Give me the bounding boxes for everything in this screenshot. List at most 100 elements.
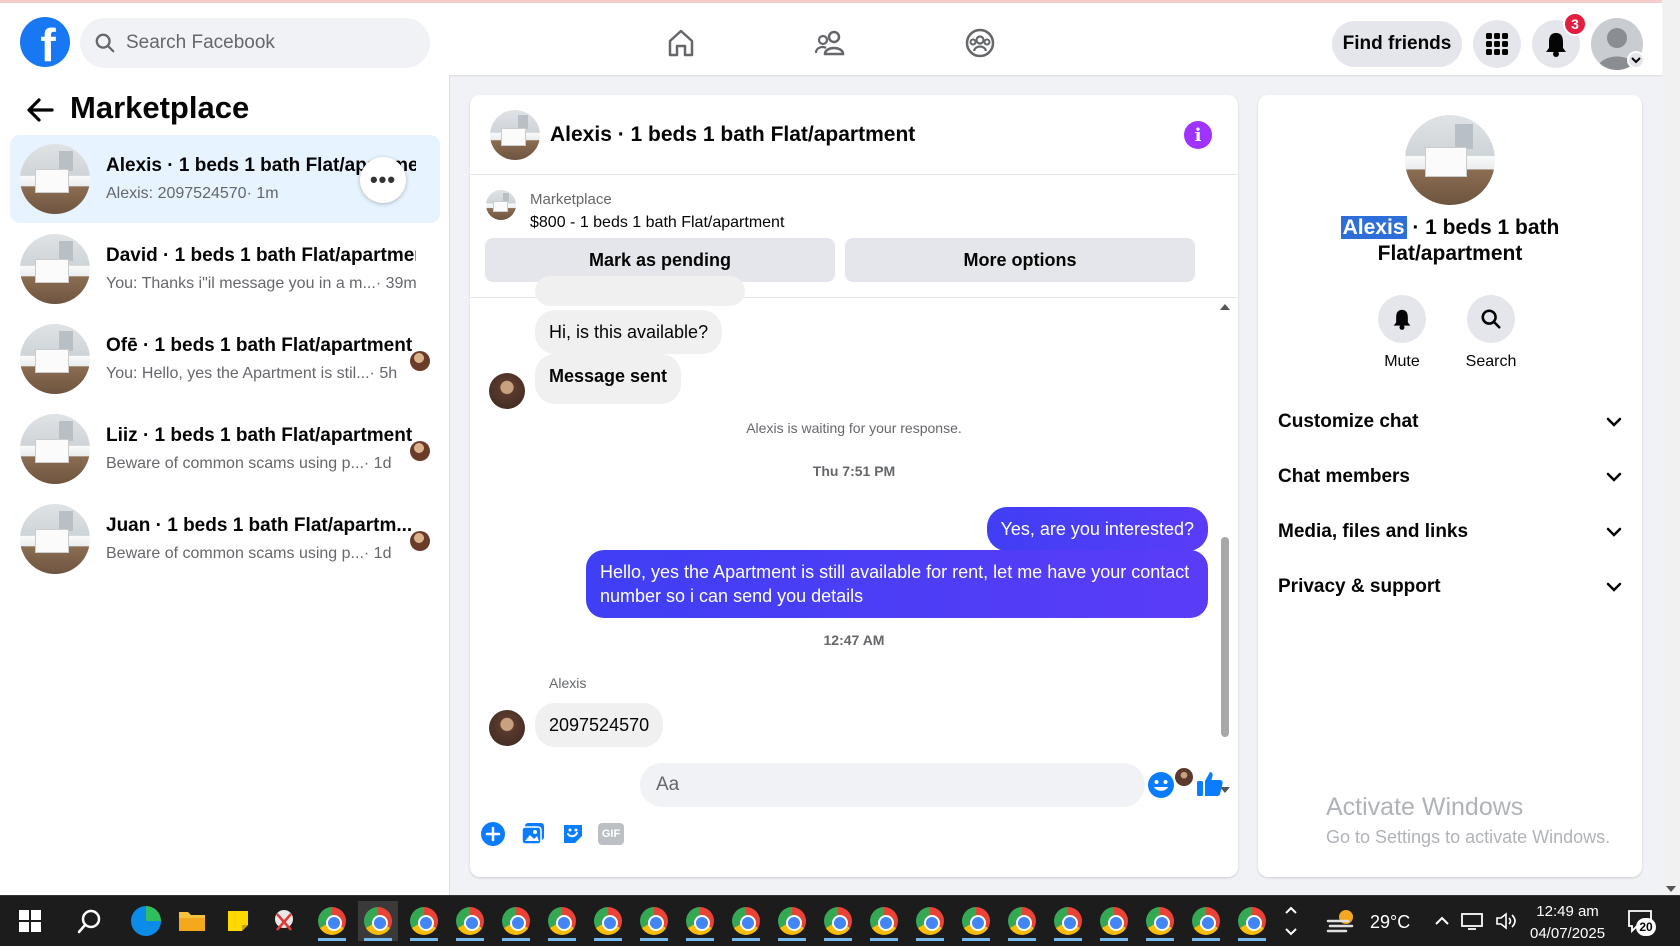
privacy-support-section[interactable]: Privacy & support <box>1278 562 1622 612</box>
sender-avatar[interactable] <box>489 373 525 409</box>
plus-circle-icon[interactable] <box>480 821 506 847</box>
marketplace-label: Marketplace <box>530 191 612 208</box>
page-title: Marketplace <box>70 90 250 125</box>
file-explorer-icon[interactable] <box>172 901 212 941</box>
chrome-icon[interactable] <box>772 901 812 941</box>
read-receipt-avatar <box>410 351 430 371</box>
message-input[interactable]: Aa <box>640 763 1145 807</box>
clock[interactable]: 12:49 am 04/07/2025 <box>1530 901 1605 945</box>
chrome-icon[interactable] <box>1048 901 1088 941</box>
section-label: Chat members <box>1278 466 1410 487</box>
search-input[interactable]: Search Facebook <box>80 18 430 68</box>
listing-thumbnail <box>20 504 90 574</box>
search-placeholder: Search Facebook <box>126 32 275 53</box>
chat-members-section[interactable]: Chat members <box>1278 452 1622 502</box>
thumbs-up-icon[interactable] <box>1195 769 1225 799</box>
chrome-icon[interactable] <box>404 901 444 941</box>
sender-avatar[interactable] <box>489 710 525 746</box>
outgoing-message[interactable]: Hello, yes the Apartment is still availa… <box>586 550 1208 618</box>
temperature-readout[interactable]: 29°C <box>1370 912 1410 933</box>
timestamp: Thu 7:51 PM <box>812 463 896 479</box>
chrome-icon[interactable] <box>358 901 398 941</box>
highlighted-name: Alexis <box>1340 216 1407 239</box>
clock-time: 12:49 am <box>1536 903 1599 920</box>
snipping-tool-icon[interactable] <box>264 901 304 941</box>
chrome-icon[interactable] <box>1140 901 1180 941</box>
partial-message-bubble <box>535 276 745 306</box>
show-hidden-icons-chevron-icon[interactable] <box>1432 901 1452 941</box>
chrome-icon[interactable] <box>726 901 766 941</box>
mute-action[interactable]: Mute <box>1352 295 1452 371</box>
more-options-button[interactable]: ••• <box>360 157 406 203</box>
search-action[interactable]: Search <box>1441 295 1541 371</box>
back-arrow-icon[interactable] <box>26 96 54 124</box>
name-line-two: Flat/apartment <box>1377 242 1523 265</box>
friends-icon[interactable] <box>809 21 853 65</box>
find-friends-button[interactable]: Find friends <box>1332 21 1462 67</box>
facebook-logo[interactable]: f <box>20 17 70 67</box>
conversation-title: Liiz · 1 beds 1 bath Flat/apartment <box>106 425 413 446</box>
incoming-message[interactable]: Hi, is this available? <box>535 310 723 354</box>
volume-icon[interactable] <box>1490 901 1522 941</box>
chrome-icon[interactable] <box>312 901 352 941</box>
chevron-down-icon <box>1606 472 1622 482</box>
conversation-title: David · 1 beds 1 bath Flat/apartment <box>106 245 416 266</box>
account-chevron-down-icon[interactable] <box>1627 51 1645 69</box>
conversation-item[interactable]: Liiz · 1 beds 1 bath Flat/apartment Bewa… <box>10 405 440 493</box>
activate-windows-watermark: Activate Windows <box>1326 793 1524 821</box>
page-scrollbar[interactable] <box>1662 0 1680 895</box>
bell-icon[interactable] <box>1378 295 1426 343</box>
search-icon[interactable] <box>70 901 110 941</box>
chrome-icon[interactable] <box>496 901 536 941</box>
incoming-message[interactable]: Message sent <box>535 354 682 404</box>
chrome-icon[interactable] <box>956 901 996 941</box>
listing-title[interactable]: $800 - 1 beds 1 bath Flat/apartment <box>530 214 784 232</box>
sticky-notes-icon[interactable] <box>218 901 258 941</box>
sticker-icon[interactable] <box>560 821 586 847</box>
chrome-icon[interactable] <box>910 901 950 941</box>
listing-thumbnail <box>20 324 90 394</box>
message-scrollbar[interactable] <box>1218 300 1232 800</box>
conversation-item[interactable]: Ofē · 1 beds 1 bath Flat/apartment You: … <box>10 315 440 403</box>
conversation-title: Juan · 1 beds 1 bath Flat/apartm... <box>106 515 413 536</box>
photo-icon[interactable] <box>520 821 546 847</box>
network-icon[interactable] <box>1456 901 1488 941</box>
chrome-icon[interactable] <box>588 901 628 941</box>
outgoing-message[interactable]: Yes, are you interested? <box>986 507 1208 551</box>
menu-grid-icon[interactable] <box>1473 20 1521 68</box>
home-icon[interactable] <box>659 21 703 65</box>
chrome-icon[interactable] <box>1186 901 1226 941</box>
chrome-icon[interactable] <box>542 901 582 941</box>
listing-avatar-large[interactable] <box>1405 115 1495 205</box>
chrome-icon[interactable] <box>450 901 490 941</box>
chat-window: Alexis · 1 beds 1 bath Flat/apartment i … <box>470 95 1238 877</box>
windows-start-icon[interactable] <box>10 901 50 941</box>
gif-button[interactable]: GIF <box>598 823 624 845</box>
chrome-icon[interactable] <box>1232 901 1272 941</box>
media-files-links-section[interactable]: Media, files and links <box>1278 507 1622 557</box>
listing-thumbnail <box>20 144 90 214</box>
search-icon[interactable] <box>1467 295 1515 343</box>
emoji-icon[interactable] <box>1147 771 1175 799</box>
more-options-button[interactable]: More options <box>845 238 1195 282</box>
taskbar-overflow-chevron-icon[interactable] <box>1278 901 1304 941</box>
conversation-snippet: You: Hello, yes the Apartment is stil...… <box>106 365 398 382</box>
customize-chat-section[interactable]: Customize chat <box>1278 397 1622 447</box>
chrome-icon[interactable] <box>680 901 720 941</box>
conversation-item[interactable]: David · 1 beds 1 bath Flat/apartment You… <box>10 225 440 313</box>
chrome-icon[interactable] <box>864 901 904 941</box>
chrome-icon[interactable] <box>634 901 674 941</box>
chrome-icon[interactable] <box>1002 901 1042 941</box>
chrome-icon[interactable] <box>1094 901 1134 941</box>
edge-browser-icon[interactable] <box>126 901 166 941</box>
groups-icon[interactable] <box>958 21 1002 65</box>
chrome-icon[interactable] <box>818 901 858 941</box>
weather-icon[interactable] <box>1322 901 1362 941</box>
info-icon[interactable]: i <box>1184 121 1212 149</box>
incoming-message[interactable]: 2097524570 <box>535 703 664 747</box>
listing-avatar[interactable] <box>490 110 540 160</box>
conversation-item[interactable]: Juan · 1 beds 1 bath Flat/apartm... Bewa… <box>10 495 440 583</box>
activate-windows-subtext: Go to Settings to activate Windows. <box>1326 827 1611 847</box>
message-composer: GIF <box>470 807 1238 877</box>
chat-title[interactable]: Alexis · 1 beds 1 bath Flat/apartment <box>550 123 915 147</box>
